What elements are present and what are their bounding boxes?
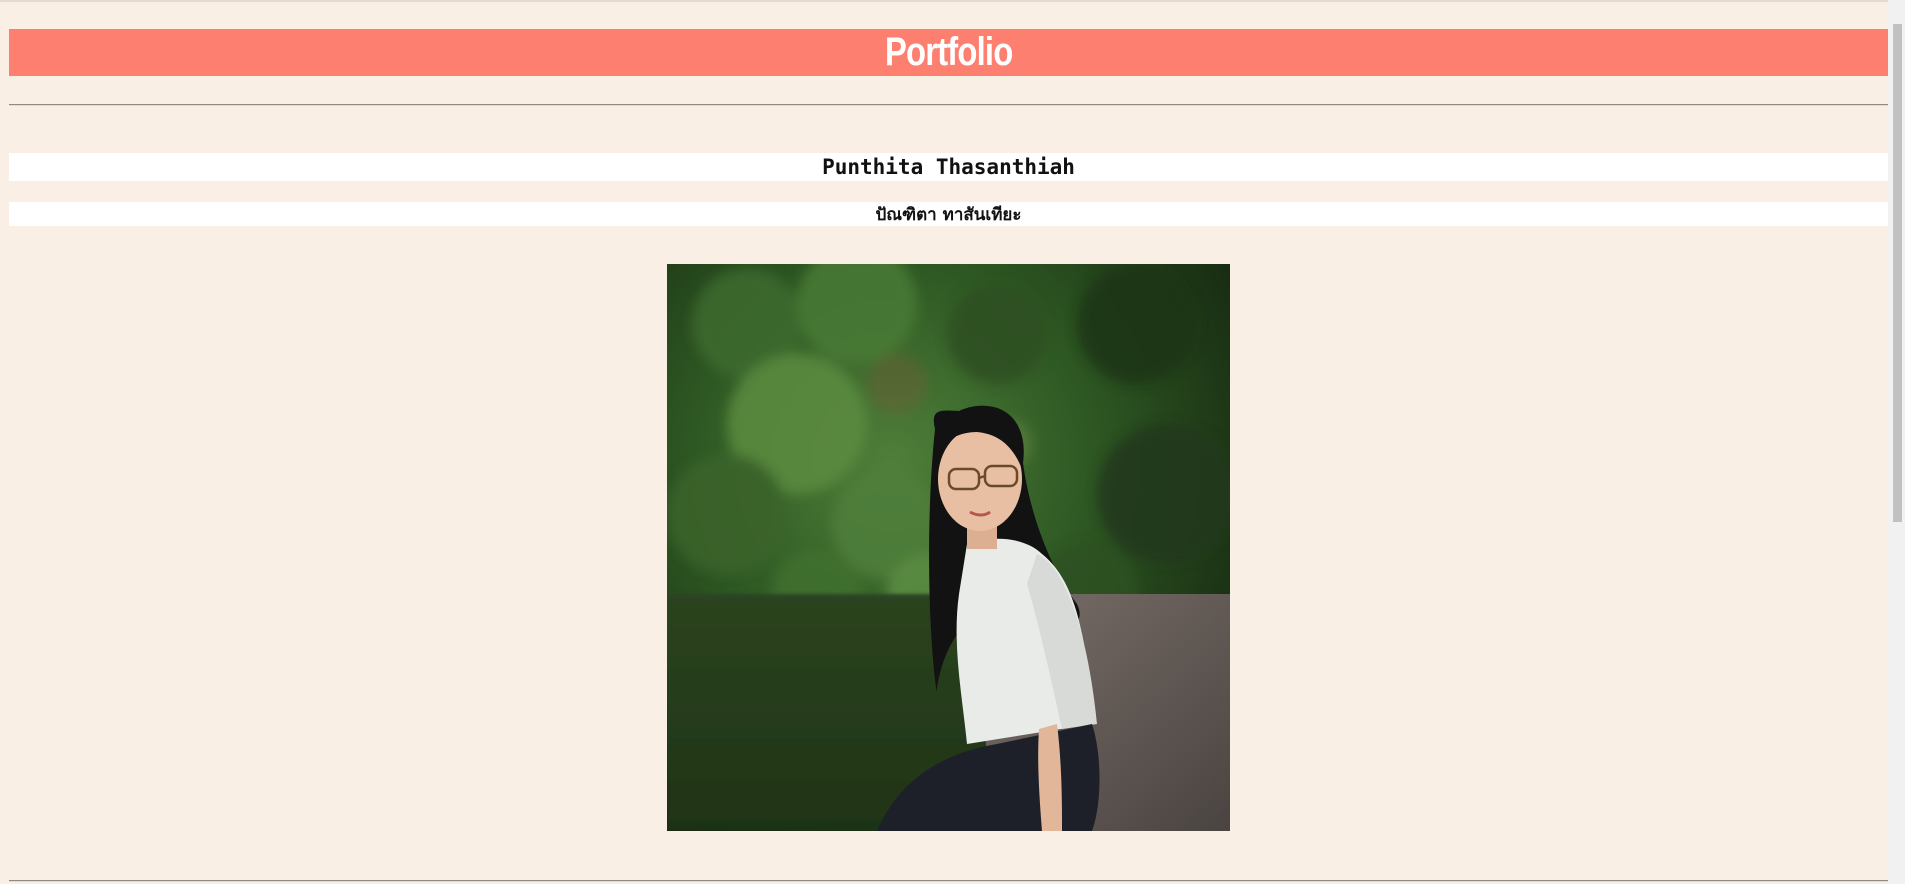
- portrait-photo: [667, 264, 1230, 831]
- page-title: Portfolio: [884, 30, 1013, 74]
- scrollbar-thumb[interactable]: [1893, 24, 1902, 522]
- header-banner: Portfolio: [9, 29, 1888, 76]
- name-english: Punthita Thasanthiah: [822, 155, 1075, 179]
- footer-divider: [9, 880, 1888, 882]
- vertical-scrollbar[interactable]: [1888, 0, 1905, 884]
- portfolio-page: Portfolio Punthita Thasanthiah ปัณฑิตา ท…: [9, 0, 1888, 884]
- name-thai: ปัณฑิตา ทาสันเทียะ: [875, 204, 1022, 225]
- portrait-image: [667, 264, 1230, 831]
- name-th-bar: ปัณฑิตา ทาสันเทียะ: [9, 202, 1888, 226]
- name-en-bar: Punthita Thasanthiah: [9, 153, 1888, 181]
- header-divider: [9, 104, 1888, 106]
